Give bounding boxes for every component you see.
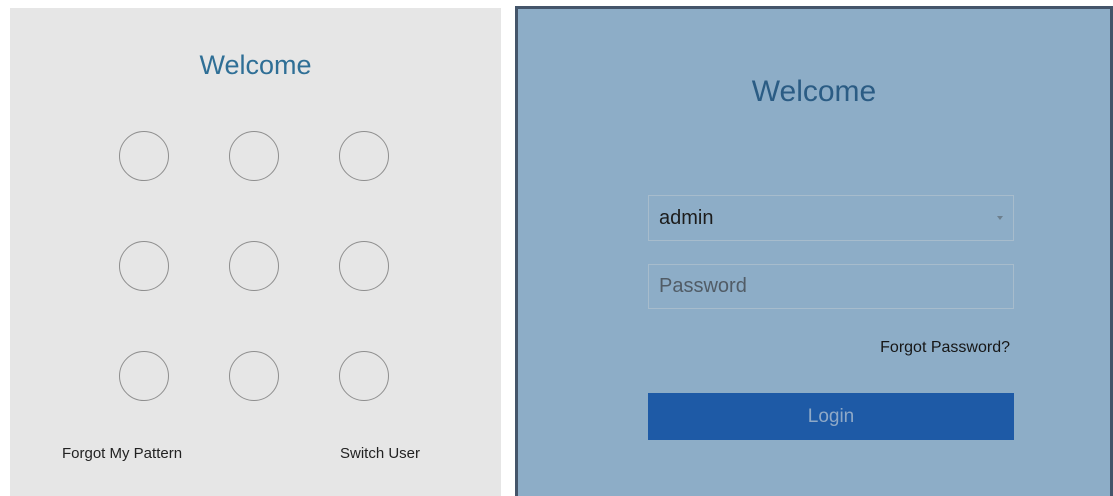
username-select[interactable]: admin	[648, 195, 1014, 241]
pattern-dot-1[interactable]	[119, 131, 169, 181]
forgot-pattern-link[interactable]: Forgot My Pattern	[62, 445, 182, 462]
switch-user-link[interactable]: Switch User	[340, 445, 420, 462]
login-button[interactable]: Login	[648, 393, 1014, 440]
pattern-dot-6[interactable]	[339, 241, 389, 291]
login-panel-title: Welcome	[751, 75, 877, 108]
chevron-down-icon[interactable]	[997, 216, 1003, 220]
pattern-panel-title: Welcome	[199, 50, 312, 80]
password-field[interactable]	[648, 264, 1014, 309]
pattern-dot-2[interactable]	[229, 131, 279, 181]
pattern-dot-3[interactable]	[339, 131, 389, 181]
pattern-dot-4[interactable]	[119, 241, 169, 291]
pattern-dot-9[interactable]	[339, 351, 389, 401]
login-screen: Welcome Forgot My Pattern Switch User We…	[0, 0, 1113, 496]
pattern-dot-5[interactable]	[229, 241, 279, 291]
pattern-login-panel: Welcome Forgot My Pattern Switch User	[10, 8, 501, 496]
username-value: admin	[659, 207, 714, 229]
password-login-panel: Welcome admin Forgot Password? Login	[515, 6, 1113, 496]
pattern-dot-8[interactable]	[229, 351, 279, 401]
forgot-password-link[interactable]: Forgot Password?	[880, 339, 1010, 357]
pattern-dot-7[interactable]	[119, 351, 169, 401]
